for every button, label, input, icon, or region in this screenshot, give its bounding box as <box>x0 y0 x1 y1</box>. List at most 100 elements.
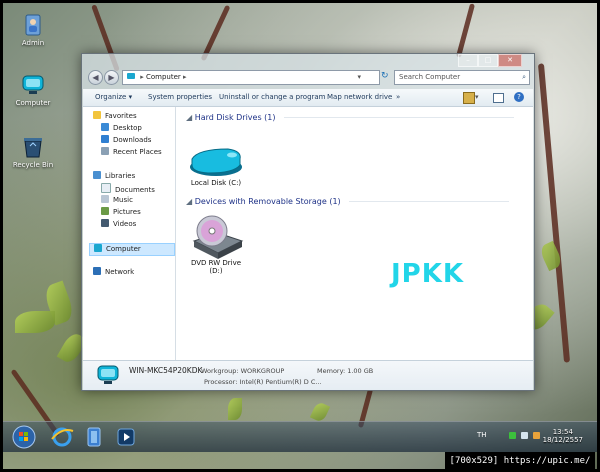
drive-local-disk-c[interactable]: Local Disk (C:) <box>186 145 246 187</box>
nav-videos[interactable]: Videos <box>101 219 136 230</box>
pictures-icon <box>101 207 109 215</box>
drive-label-letter: (D:) <box>209 267 223 275</box>
taskbar: TH 13:54 18/12/2557 <box>3 421 597 452</box>
action-center-icon[interactable] <box>521 432 528 439</box>
preview-pane-icon[interactable] <box>493 93 504 103</box>
content-pane: ◢ Hard Disk Drives (1) Local Disk (C:) ◢… <box>176 107 533 360</box>
group-header-removable[interactable]: ◢ Devices with Removable Storage (1) <box>186 197 510 206</box>
nav-computer[interactable]: Computer <box>89 243 175 256</box>
address-row: ◀ ▶ ▸ Computer ▸ ▾ ↻ Search Computer ⌕ <box>88 69 530 85</box>
computer-small-icon <box>127 73 135 79</box>
wallpaper-leaf <box>228 398 242 420</box>
maximize-button[interactable]: □ <box>478 54 498 67</box>
media-player-icon[interactable] <box>113 425 139 449</box>
documents-icon <box>101 183 111 193</box>
navigation-pane: Favorites Desktop Downloads Recent Place… <box>83 107 176 360</box>
address-dropdown-icon[interactable]: ▾ <box>357 71 361 84</box>
language-indicator[interactable]: TH <box>477 431 487 439</box>
search-placeholder: Search Computer <box>399 73 461 81</box>
drive-label: DVD RW Drive <box>190 259 242 267</box>
minimize-button[interactable]: – <box>458 54 478 67</box>
wallpaper-leaf <box>309 400 331 424</box>
downloads-icon <box>101 135 109 143</box>
nav-favorites[interactable]: Favorites <box>93 111 137 122</box>
nav-label: Desktop <box>113 124 142 132</box>
computer-icon <box>21 73 45 97</box>
change-view-icon[interactable] <box>463 92 475 104</box>
hard-disk-icon <box>188 145 244 177</box>
nav-pictures[interactable]: Pictures <box>101 207 141 218</box>
nav-libraries[interactable]: Libraries <box>93 171 135 182</box>
group-title: Hard Disk Drives (1) <box>194 113 276 122</box>
upload-watermark: [700x529] https://upic.me/ <box>445 452 595 470</box>
memory-value: Memory: 1.00 GB <box>317 367 374 375</box>
collapse-icon[interactable]: ◢ <box>186 197 195 206</box>
desktop-icon <box>101 123 109 131</box>
nav-documents[interactable]: Documents <box>101 183 155 194</box>
wallpaper-leaf <box>15 311 55 333</box>
nav-desktop[interactable]: Desktop <box>101 123 142 134</box>
system-properties-button[interactable]: System properties <box>148 89 212 106</box>
user-folder-icon <box>21 13 45 37</box>
group-divider <box>349 201 510 202</box>
nav-network[interactable]: Network <box>93 267 134 278</box>
network-tray-icon[interactable] <box>509 432 516 439</box>
breadcrumb-computer[interactable]: Computer <box>146 73 181 81</box>
desktop-icon-computer[interactable]: Computer <box>8 73 58 107</box>
breadcrumb-separator: ▸ <box>183 73 187 81</box>
organize-button[interactable]: Organize ▾ <box>95 89 132 106</box>
group-divider <box>284 117 515 118</box>
nav-recent-places[interactable]: Recent Places <box>101 147 162 158</box>
group-title: Devices with Removable Storage (1) <box>194 197 341 206</box>
map-network-drive-button[interactable]: Map network drive <box>327 89 392 106</box>
nav-label: Videos <box>113 220 137 228</box>
system-clock[interactable]: 13:54 18/12/2557 <box>543 428 583 444</box>
nav-label: Documents <box>115 186 155 194</box>
details-pane: WIN-MKC54P20KDK Workgroup: WORKGROUP Mem… <box>83 360 533 390</box>
start-button[interactable] <box>11 425 37 449</box>
workgroup-value: Workgroup: WORKGROUP <box>201 367 285 375</box>
collapse-icon[interactable]: ◢ <box>186 113 195 122</box>
explorer-window: – □ ✕ ◀ ▶ ▸ Computer ▸ ▾ ↻ Search Comput… <box>81 53 535 391</box>
view-dropdown-icon[interactable]: ▾ <box>475 89 479 106</box>
overlay-brand-text: JPKK <box>391 259 465 289</box>
desktop-icon-label: Recycle Bin <box>12 161 54 169</box>
organize-label: Organize <box>95 93 127 101</box>
desktop-icon-recycle-bin[interactable]: Recycle Bin <box>8 135 58 169</box>
internet-explorer-icon[interactable] <box>49 425 75 449</box>
help-icon[interactable]: ? <box>514 92 524 102</box>
music-icon <box>101 195 109 203</box>
nav-label: Recent Places <box>113 148 162 156</box>
nav-label: Pictures <box>113 208 141 216</box>
videos-icon <box>101 219 109 227</box>
command-bar: Organize ▾ System properties Uninstall o… <box>83 89 533 107</box>
wallpaper-branch <box>455 3 476 58</box>
desktop-icon-admin[interactable]: Admin <box>8 13 58 47</box>
libraries-icon <box>93 171 101 179</box>
nav-label: Libraries <box>105 172 136 180</box>
clock-time: 13:54 <box>552 428 573 436</box>
search-icon[interactable]: ⌕ <box>522 71 526 84</box>
nav-label: Music <box>113 196 133 204</box>
uninstall-program-button[interactable]: Uninstall or change a program <box>219 89 326 106</box>
search-input[interactable]: Search Computer ⌕ <box>394 70 530 85</box>
forward-button[interactable]: ▶ <box>104 70 119 85</box>
clock-date: 18/12/2557 <box>542 436 583 444</box>
nav-downloads[interactable]: Downloads <box>101 135 151 146</box>
group-header-hard-disk[interactable]: ◢ Hard Disk Drives (1) <box>186 113 515 122</box>
back-button[interactable]: ◀ <box>88 70 103 85</box>
refresh-icon[interactable]: ↻ <box>381 70 393 83</box>
screenshot-frame: Admin Computer Recycle Bin – □ ✕ ◀ ▶ ▸ C… <box>0 0 600 472</box>
processor-value: Processor: Intel(R) Pentium(R) D C... <box>204 378 322 386</box>
nav-label: Network <box>105 268 135 276</box>
drive-dvd-rw-d[interactable]: DVD RW Drive (D:) <box>184 213 248 275</box>
address-bar[interactable]: ▸ Computer ▸ ▾ ↻ <box>122 70 389 85</box>
nav-music[interactable]: Music <box>101 195 133 206</box>
file-explorer-icon[interactable] <box>81 425 107 449</box>
volume-icon[interactable] <box>533 432 540 439</box>
network-icon <box>93 267 101 275</box>
computer-icon <box>97 365 119 385</box>
close-button[interactable]: ✕ <box>498 54 522 67</box>
more-commands-button[interactable]: » <box>396 89 400 106</box>
desktop-icon-label: Admin <box>21 39 45 47</box>
